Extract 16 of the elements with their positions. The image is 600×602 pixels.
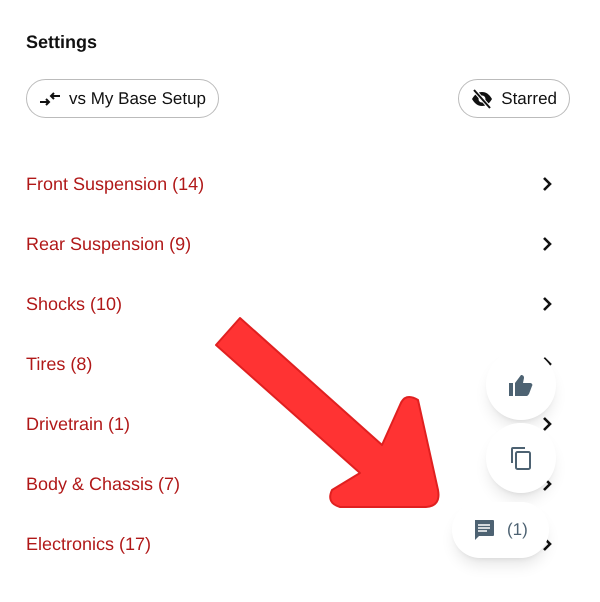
comments-button[interactable]: (1): [452, 502, 549, 558]
category-item[interactable]: Front Suspension (14): [26, 170, 204, 198]
category-item[interactable]: Tires (8): [26, 350, 92, 378]
copy-icon: [510, 446, 532, 470]
thumbs-up-icon: [509, 374, 533, 396]
category-item[interactable]: Electronics (17): [26, 530, 152, 558]
compare-button[interactable]: vs My Base Setup: [26, 79, 220, 118]
category-item[interactable]: Drivetrain (1): [26, 410, 130, 438]
compare-arrows-icon: [39, 92, 61, 106]
page-title: Settings: [26, 31, 98, 54]
category-item[interactable]: Rear Suspension (9): [26, 230, 192, 258]
eye-crossed-icon: [471, 88, 494, 108]
starred-button[interactable]: Starred: [458, 79, 570, 118]
category-item[interactable]: Shocks (10): [26, 290, 122, 318]
category-item[interactable]: Body & Chassis (7): [26, 470, 180, 498]
comment-icon: [473, 519, 495, 541]
